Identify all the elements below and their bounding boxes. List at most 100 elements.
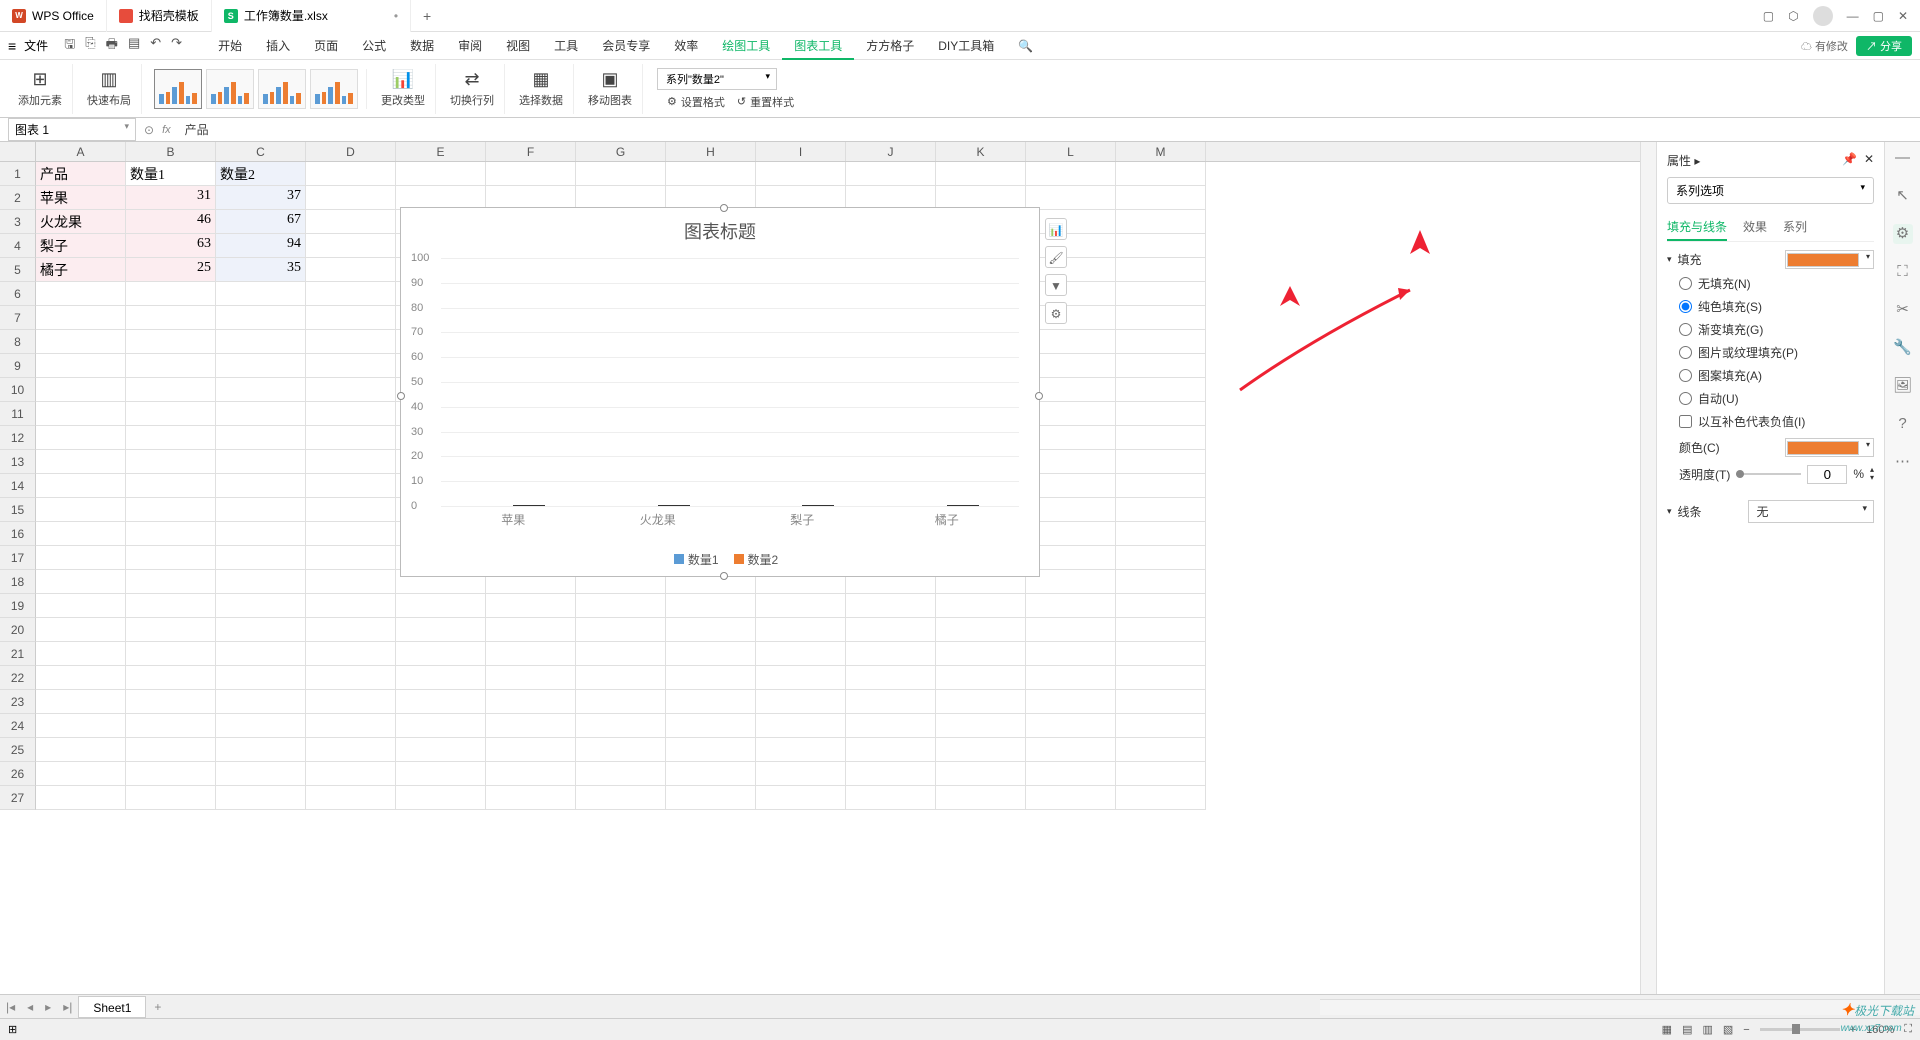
rail-minus-icon[interactable]: — bbox=[1893, 148, 1913, 168]
cell[interactable] bbox=[1116, 354, 1206, 378]
ribbon-select-data[interactable]: ▦ 选择数据 bbox=[509, 64, 574, 114]
cell[interactable] bbox=[846, 666, 936, 690]
cell[interactable]: 数量2 bbox=[216, 162, 306, 186]
cell[interactable] bbox=[216, 786, 306, 810]
cell[interactable] bbox=[126, 546, 216, 570]
row-header[interactable]: 2 bbox=[0, 186, 36, 210]
stepper-icon[interactable]: ▴▾ bbox=[1870, 466, 1874, 482]
cell[interactable] bbox=[216, 450, 306, 474]
col-header[interactable]: C bbox=[216, 142, 306, 161]
chart-title[interactable]: 图表标题 bbox=[401, 218, 1039, 244]
cell[interactable] bbox=[216, 546, 306, 570]
line-style-select[interactable]: 无 bbox=[1748, 500, 1874, 523]
cell[interactable] bbox=[306, 354, 396, 378]
cell[interactable] bbox=[666, 714, 756, 738]
menu-tab-tools[interactable]: 工具 bbox=[542, 32, 590, 60]
cell[interactable] bbox=[756, 666, 846, 690]
cell[interactable] bbox=[756, 594, 846, 618]
fill-color-dropdown[interactable] bbox=[1785, 250, 1874, 269]
fill-gradient-radio[interactable]: 渐变填充(G) bbox=[1679, 321, 1874, 338]
menu-tab-data[interactable]: 数据 bbox=[398, 32, 446, 60]
cell[interactable] bbox=[1116, 762, 1206, 786]
cell[interactable] bbox=[576, 162, 666, 186]
chart-bar[interactable] bbox=[513, 505, 545, 506]
view-normal-icon[interactable]: ▦ bbox=[1662, 1023, 1672, 1036]
rail-more-icon[interactable]: ⋯ bbox=[1893, 452, 1913, 472]
row-header[interactable]: 13 bbox=[0, 450, 36, 474]
cell[interactable] bbox=[1116, 690, 1206, 714]
cell[interactable] bbox=[306, 426, 396, 450]
cloud-indicator[interactable]: ☁ 有修改 bbox=[1801, 38, 1848, 54]
cell[interactable] bbox=[1116, 258, 1206, 282]
cell[interactable] bbox=[216, 714, 306, 738]
cell[interactable] bbox=[756, 162, 846, 186]
ribbon-move-chart[interactable]: ▣ 移动图表 bbox=[578, 64, 643, 114]
cell[interactable] bbox=[1116, 450, 1206, 474]
cell[interactable] bbox=[846, 714, 936, 738]
cell[interactable] bbox=[306, 546, 396, 570]
redo-icon[interactable]: ↷ bbox=[171, 35, 182, 57]
cell[interactable] bbox=[306, 738, 396, 762]
cell[interactable] bbox=[576, 690, 666, 714]
ribbon-add-element[interactable]: ⊞ 添加元素 bbox=[8, 64, 73, 114]
cell[interactable] bbox=[216, 426, 306, 450]
cell[interactable] bbox=[846, 642, 936, 666]
cell[interactable] bbox=[486, 642, 576, 666]
cell[interactable] bbox=[216, 474, 306, 498]
cell[interactable] bbox=[126, 498, 216, 522]
cell[interactable] bbox=[1026, 666, 1116, 690]
cell[interactable] bbox=[1116, 738, 1206, 762]
row-header[interactable]: 26 bbox=[0, 762, 36, 786]
cell[interactable] bbox=[1116, 210, 1206, 234]
cell[interactable] bbox=[1116, 306, 1206, 330]
cell[interactable] bbox=[306, 258, 396, 282]
cell[interactable] bbox=[1026, 162, 1116, 186]
cell[interactable] bbox=[216, 330, 306, 354]
cell[interactable] bbox=[486, 618, 576, 642]
cell[interactable] bbox=[1116, 498, 1206, 522]
fill-none-radio[interactable]: 无填充(N) bbox=[1679, 275, 1874, 292]
cell[interactable] bbox=[1116, 282, 1206, 306]
cell[interactable] bbox=[126, 354, 216, 378]
cell[interactable] bbox=[936, 738, 1026, 762]
row-header[interactable]: 16 bbox=[0, 522, 36, 546]
cell[interactable] bbox=[126, 282, 216, 306]
row-header[interactable]: 15 bbox=[0, 498, 36, 522]
view-page-icon[interactable]: ▥ bbox=[1702, 1023, 1712, 1036]
cell[interactable] bbox=[576, 762, 666, 786]
series-options-dropdown[interactable]: 系列选项 bbox=[1667, 177, 1874, 204]
cell[interactable] bbox=[126, 738, 216, 762]
cell[interactable] bbox=[306, 594, 396, 618]
col-header[interactable]: B bbox=[126, 142, 216, 161]
cell[interactable] bbox=[306, 522, 396, 546]
close-panel-icon[interactable]: ✕ bbox=[1864, 152, 1874, 166]
cell[interactable] bbox=[1116, 570, 1206, 594]
cell[interactable] bbox=[1116, 234, 1206, 258]
invert-negative-checkbox[interactable]: 以互补色代表负值(I) bbox=[1679, 413, 1874, 430]
col-header[interactable]: I bbox=[756, 142, 846, 161]
cell[interactable] bbox=[36, 642, 126, 666]
cell[interactable] bbox=[1026, 618, 1116, 642]
cell[interactable] bbox=[36, 714, 126, 738]
share-button[interactable]: ↗ 分享 bbox=[1856, 36, 1912, 56]
cell[interactable] bbox=[846, 162, 936, 186]
cell[interactable] bbox=[216, 666, 306, 690]
cell[interactable] bbox=[756, 642, 846, 666]
cell[interactable] bbox=[1116, 378, 1206, 402]
chart-style-1[interactable] bbox=[154, 69, 202, 109]
cell[interactable] bbox=[486, 666, 576, 690]
cell[interactable] bbox=[36, 618, 126, 642]
cell[interactable]: 产品 bbox=[36, 162, 126, 186]
cell[interactable] bbox=[486, 738, 576, 762]
menu-tab-drawing[interactable]: 绘图工具 bbox=[710, 32, 782, 60]
chart-brush-icon[interactable]: 🖌 bbox=[1045, 246, 1067, 268]
cell[interactable] bbox=[1026, 714, 1116, 738]
cell[interactable] bbox=[1116, 714, 1206, 738]
cell[interactable] bbox=[126, 594, 216, 618]
row-header[interactable]: 7 bbox=[0, 306, 36, 330]
cell[interactable] bbox=[126, 762, 216, 786]
sheet-tab[interactable]: Sheet1 bbox=[78, 996, 146, 1018]
cell[interactable] bbox=[126, 714, 216, 738]
cell[interactable] bbox=[36, 450, 126, 474]
cell[interactable] bbox=[306, 618, 396, 642]
